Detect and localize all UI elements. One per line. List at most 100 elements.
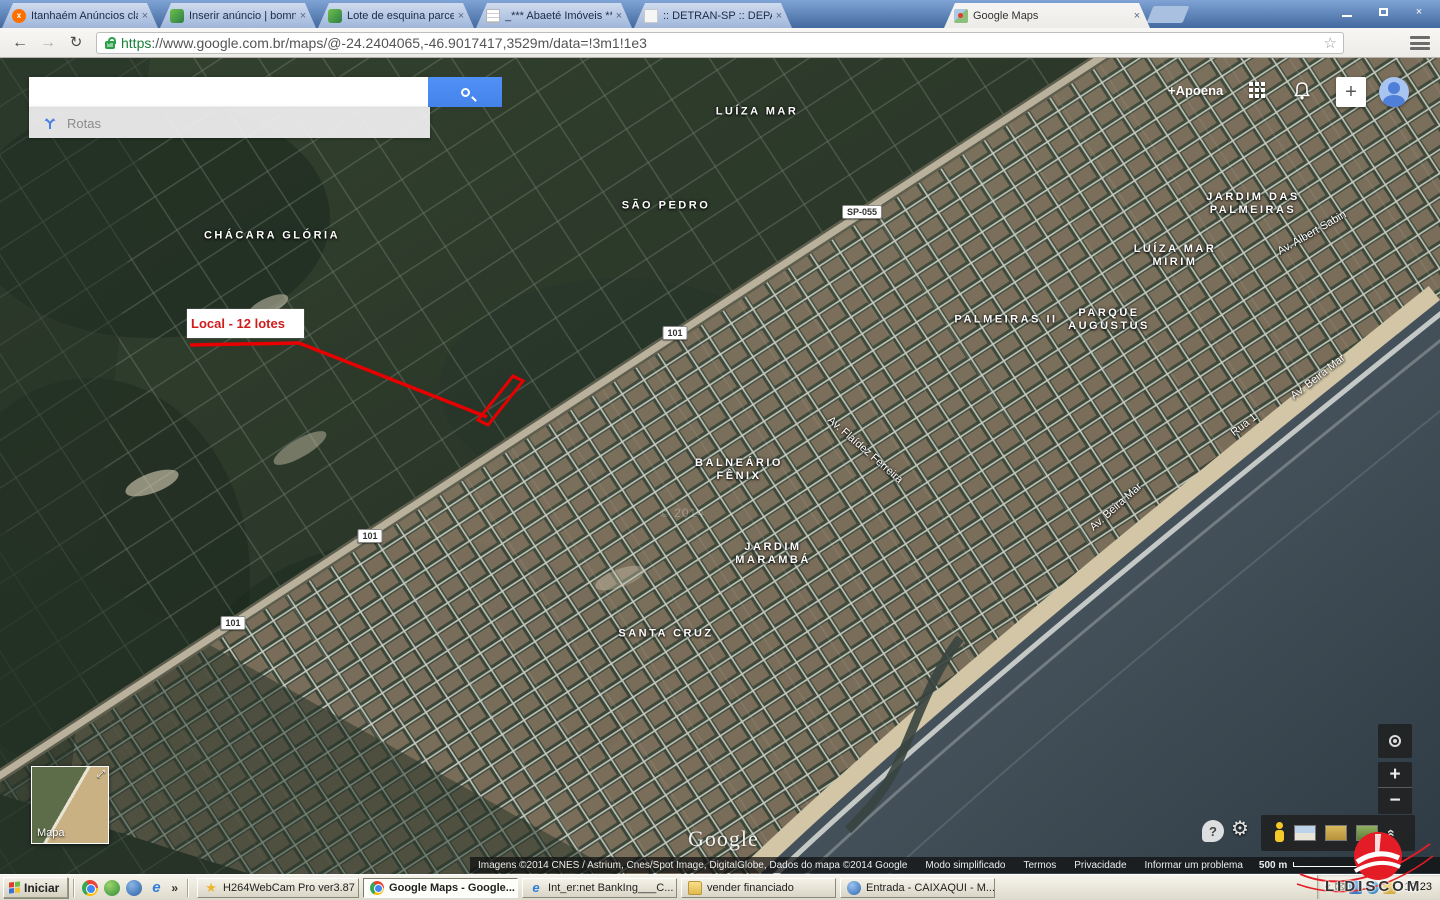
tab-detran[interactable]: :: DETRAN-SP :: DEPARTAME × xyxy=(634,3,792,28)
tab-inserir-anuncio[interactable]: Inserir anúncio | bomnegócio × xyxy=(160,3,316,28)
tab-abaete-imoveis[interactable]: _*** Abaeté Imóveis ***_ - × xyxy=(476,3,632,28)
quicklaunch-green-app-icon[interactable] xyxy=(104,880,120,896)
zoom-control: + − xyxy=(1378,762,1412,814)
tab-google-maps[interactable]: Google Maps × xyxy=(944,3,1150,28)
task-label: Google Maps - Google... xyxy=(389,882,515,894)
ssl-lock-icon[interactable] xyxy=(105,41,115,49)
search-input[interactable] xyxy=(29,77,428,107)
tab-close-icon[interactable]: × xyxy=(296,10,310,22)
address-bar[interactable]: https://www.google.com.br/maps/@-24.2404… xyxy=(96,32,1344,54)
minimize-button[interactable] xyxy=(1334,4,1360,20)
collapse-chevron-icon[interactable]: « xyxy=(1384,829,1400,837)
taskbar-separator xyxy=(73,879,74,897)
directions-icon xyxy=(43,116,57,130)
tray-icon-round[interactable] xyxy=(1366,881,1379,894)
task-label: vender financiado xyxy=(707,882,794,894)
minimap-label: Mapa xyxy=(37,827,65,839)
zoom-out-button[interactable]: − xyxy=(1378,788,1412,814)
minimap-toggle[interactable]: ⤢ Mapa xyxy=(31,766,109,844)
tray-icon-yellow[interactable] xyxy=(1383,881,1396,894)
mail-tray-icon[interactable]: ✉ xyxy=(1335,879,1346,895)
place-label-balneario-fenix: BALNEÁRIO FÊNIX xyxy=(695,457,783,483)
tab-close-icon[interactable]: × xyxy=(138,10,152,22)
link-privacidade[interactable]: Privacidade xyxy=(1074,860,1126,871)
chrome-icon xyxy=(370,881,384,895)
taskbar-clock: 10:23 xyxy=(1404,881,1432,893)
map-view-thumbnail[interactable] xyxy=(1294,825,1316,841)
start-label: Iniciar xyxy=(24,881,59,895)
avatar[interactable] xyxy=(1379,77,1409,107)
link-informar-problema[interactable]: Informar um problema xyxy=(1145,860,1243,871)
tab-close-icon[interactable]: × xyxy=(612,10,626,22)
task-label: Entrada - CAIXAQUI - M... xyxy=(866,882,995,894)
my-location-button[interactable] xyxy=(1378,724,1412,758)
close-button[interactable]: × xyxy=(1406,4,1432,20)
share-plus-button[interactable]: + xyxy=(1336,77,1366,107)
tab-itanhaem[interactable]: x Itanhaém Anúncios classifica × xyxy=(2,3,158,28)
apps-grid-icon[interactable] xyxy=(1249,82,1269,102)
tab-title: Inserir anúncio | bomnegócio xyxy=(189,10,296,22)
profile-name[interactable]: +Apoena xyxy=(1168,83,1223,98)
map-canvas[interactable]: Local - 12 lotes CHÁCARA GLÓRIA SÃO PEDR… xyxy=(0,58,1440,874)
zoom-in-button[interactable]: + xyxy=(1378,762,1412,788)
link-modo-simplificado[interactable]: Modo simplificado xyxy=(925,860,1005,871)
tab-close-icon[interactable]: × xyxy=(772,10,786,22)
settings-gear-icon[interactable]: ⚙ xyxy=(1231,816,1249,841)
place-label-santa-cruz: SANTA CRUZ xyxy=(618,628,713,641)
back-button[interactable]: ← xyxy=(8,31,32,55)
bookmark-star-icon[interactable]: ☆ xyxy=(1324,34,1337,52)
attribution-bar: Imagens ©2014 CNES / Astrium, Cnes/Spot … xyxy=(470,857,1440,873)
notifications-bell-icon[interactable] xyxy=(1293,81,1311,106)
globe-icon xyxy=(847,881,861,895)
maps-search-box[interactable] xyxy=(29,77,428,107)
forward-button[interactable]: → xyxy=(36,31,60,55)
tab-title: Lote de esquina parcelado - xyxy=(347,10,454,22)
quicklaunch-chrome-icon[interactable] xyxy=(82,880,98,896)
route-badge-101-b: 101 xyxy=(357,529,382,543)
quicklaunch-blue-app-icon[interactable] xyxy=(126,880,142,896)
tray-chevron-icon[interactable]: « xyxy=(1324,881,1330,893)
chrome-menu-icon[interactable] xyxy=(1408,34,1432,52)
windows-logo-icon xyxy=(9,881,20,893)
pegman-icon[interactable] xyxy=(1273,822,1285,844)
tray-icon-blue[interactable] xyxy=(1349,881,1362,894)
route-badge-101-c: 101 xyxy=(220,616,245,630)
earth-view-thumbnail[interactable] xyxy=(1325,825,1347,841)
ie-icon: e xyxy=(529,881,543,895)
taskbar-button-webcam[interactable]: ★ H264WebCam Pro ver3.87 xyxy=(197,878,359,898)
my-location-icon xyxy=(1389,735,1401,747)
google-logo: Google xyxy=(688,826,759,852)
reload-button[interactable]: ↻ xyxy=(64,31,88,55)
tab-close-icon[interactable]: × xyxy=(1130,10,1144,22)
search-button[interactable] xyxy=(428,77,502,107)
taskbar-button-internet-banking[interactable]: e Int_er:net BankIng___C... xyxy=(522,878,677,898)
place-label-parque-augustus: PARQUE AUGUSTUS xyxy=(1068,307,1150,333)
taskbar-button-vender-financiado[interactable]: vender financiado xyxy=(681,878,836,898)
annotation-label-box: Local - 12 lotes xyxy=(187,309,304,338)
bomnegocio-favicon xyxy=(328,9,342,23)
browser-toolbar: ← → ↻ https://www.google.com.br/maps/@-2… xyxy=(0,28,1440,58)
tab-strip: x Itanhaém Anúncios classifica × Inserir… xyxy=(0,0,1440,28)
help-button[interactable]: ? xyxy=(1202,820,1224,842)
quicklaunch-overflow-chevron[interactable]: » xyxy=(171,881,178,895)
quicklaunch-ie-icon[interactable]: e xyxy=(148,880,164,896)
new-tab-button[interactable] xyxy=(1147,6,1190,23)
tab-close-icon[interactable]: × xyxy=(454,10,468,22)
directions-bar[interactable]: Rotas xyxy=(29,107,430,138)
url-rest: ://www.google.com.br/maps/@-24.2404065,-… xyxy=(151,35,647,51)
imagery-watermark: © 2014 xyxy=(660,506,705,520)
window-controls: × xyxy=(1334,4,1432,20)
terrain-view-thumbnail[interactable] xyxy=(1356,825,1378,841)
attribution-text: Imagens ©2014 CNES / Astrium, Cnes/Spot … xyxy=(478,860,907,871)
tab-lote-esquina[interactable]: Lote de esquina parcelado - × xyxy=(318,3,474,28)
google-maps-favicon xyxy=(954,9,968,23)
place-label-jardim-maramba: JARDIM MARAMBÁ xyxy=(735,541,811,567)
tab-title: _*** Abaeté Imóveis ***_ - xyxy=(505,10,612,22)
restore-button[interactable] xyxy=(1370,4,1396,20)
taskbar-button-caixaqui[interactable]: Entrada - CAIXAQUI - M... xyxy=(840,878,995,898)
start-button[interactable]: Iniciar xyxy=(3,877,68,898)
taskbar-button-google-maps[interactable]: Google Maps - Google... xyxy=(363,878,518,898)
link-termos[interactable]: Termos xyxy=(1023,860,1056,871)
search-icon xyxy=(461,88,470,97)
place-label-luiza-mar: LUÍZA MAR xyxy=(716,106,799,119)
